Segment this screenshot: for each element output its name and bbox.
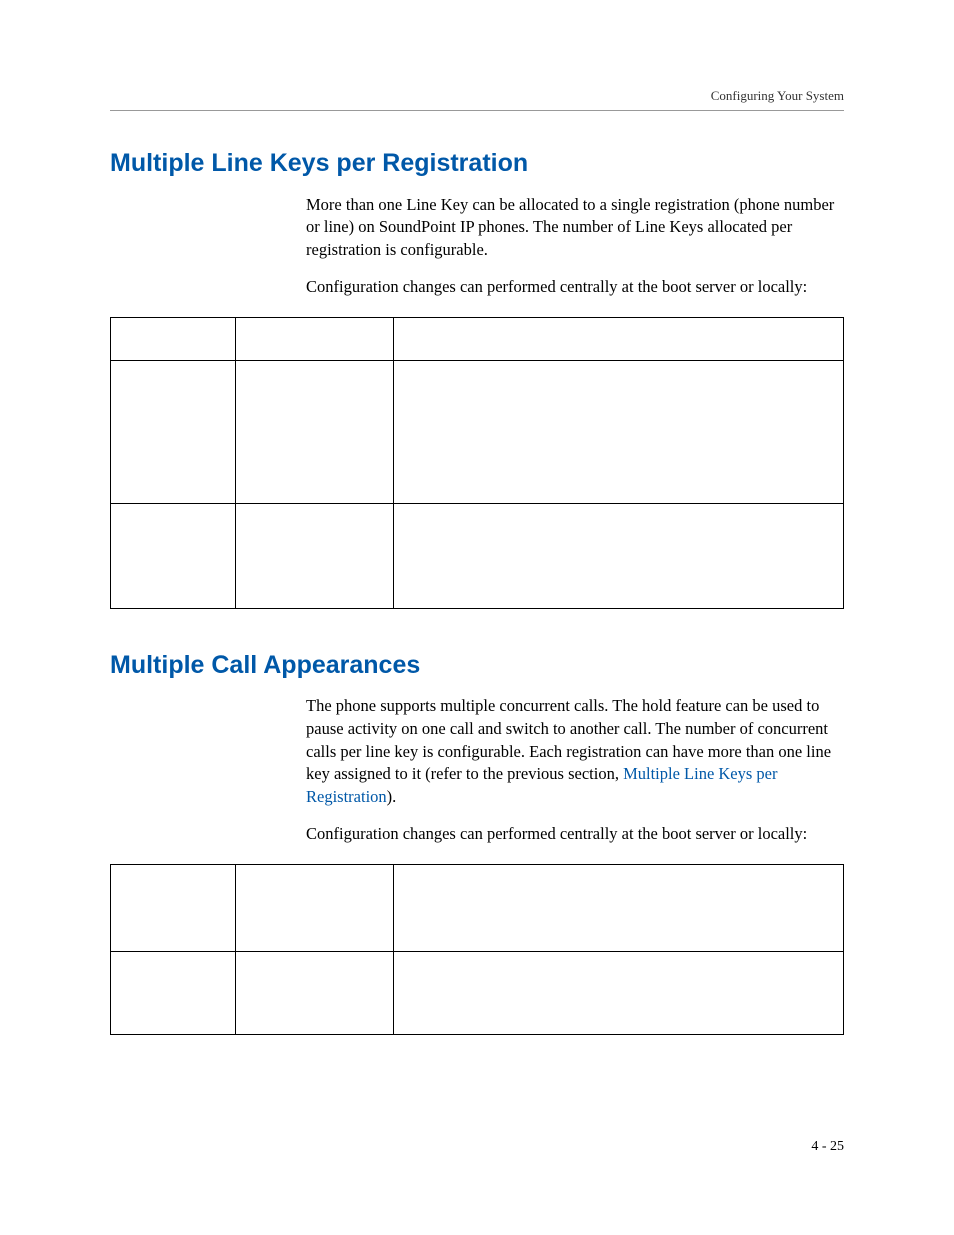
cell (111, 317, 236, 360)
table-row (111, 951, 844, 1034)
cell (111, 503, 236, 608)
para-s2-2: Configuration changes can performed cent… (306, 823, 844, 846)
cell (236, 864, 394, 951)
page: Configuring Your System Multiple Line Ke… (0, 0, 954, 1235)
para-s2-1: The phone supports multiple concurrent c… (306, 695, 844, 809)
cell (111, 864, 236, 951)
cell (111, 360, 236, 503)
config-table-1 (110, 317, 844, 609)
body-block-2: The phone supports multiple concurrent c… (306, 695, 844, 846)
para-s2-1b: ). (387, 787, 397, 806)
body-block-1: More than one Line Key can be allocated … (306, 194, 844, 299)
para-s1-1: More than one Line Key can be allocated … (306, 194, 844, 262)
heading-multiple-call-appearances: Multiple Call Appearances (110, 649, 844, 682)
cell (394, 864, 844, 951)
config-table-2 (110, 864, 844, 1035)
table-row (111, 317, 844, 360)
page-number: 4 - 25 (811, 1139, 844, 1155)
cell (394, 503, 844, 608)
para-s1-2: Configuration changes can performed cent… (306, 276, 844, 299)
cell (394, 951, 844, 1034)
cell (236, 503, 394, 608)
cell (236, 360, 394, 503)
cell (394, 317, 844, 360)
table-row (111, 503, 844, 608)
cell (236, 951, 394, 1034)
cell (236, 317, 394, 360)
running-header: Configuring Your System (110, 88, 844, 111)
table-row (111, 360, 844, 503)
table-row (111, 864, 844, 951)
cell (111, 951, 236, 1034)
cell (394, 360, 844, 503)
heading-multiple-line-keys: Multiple Line Keys per Registration (110, 147, 844, 180)
